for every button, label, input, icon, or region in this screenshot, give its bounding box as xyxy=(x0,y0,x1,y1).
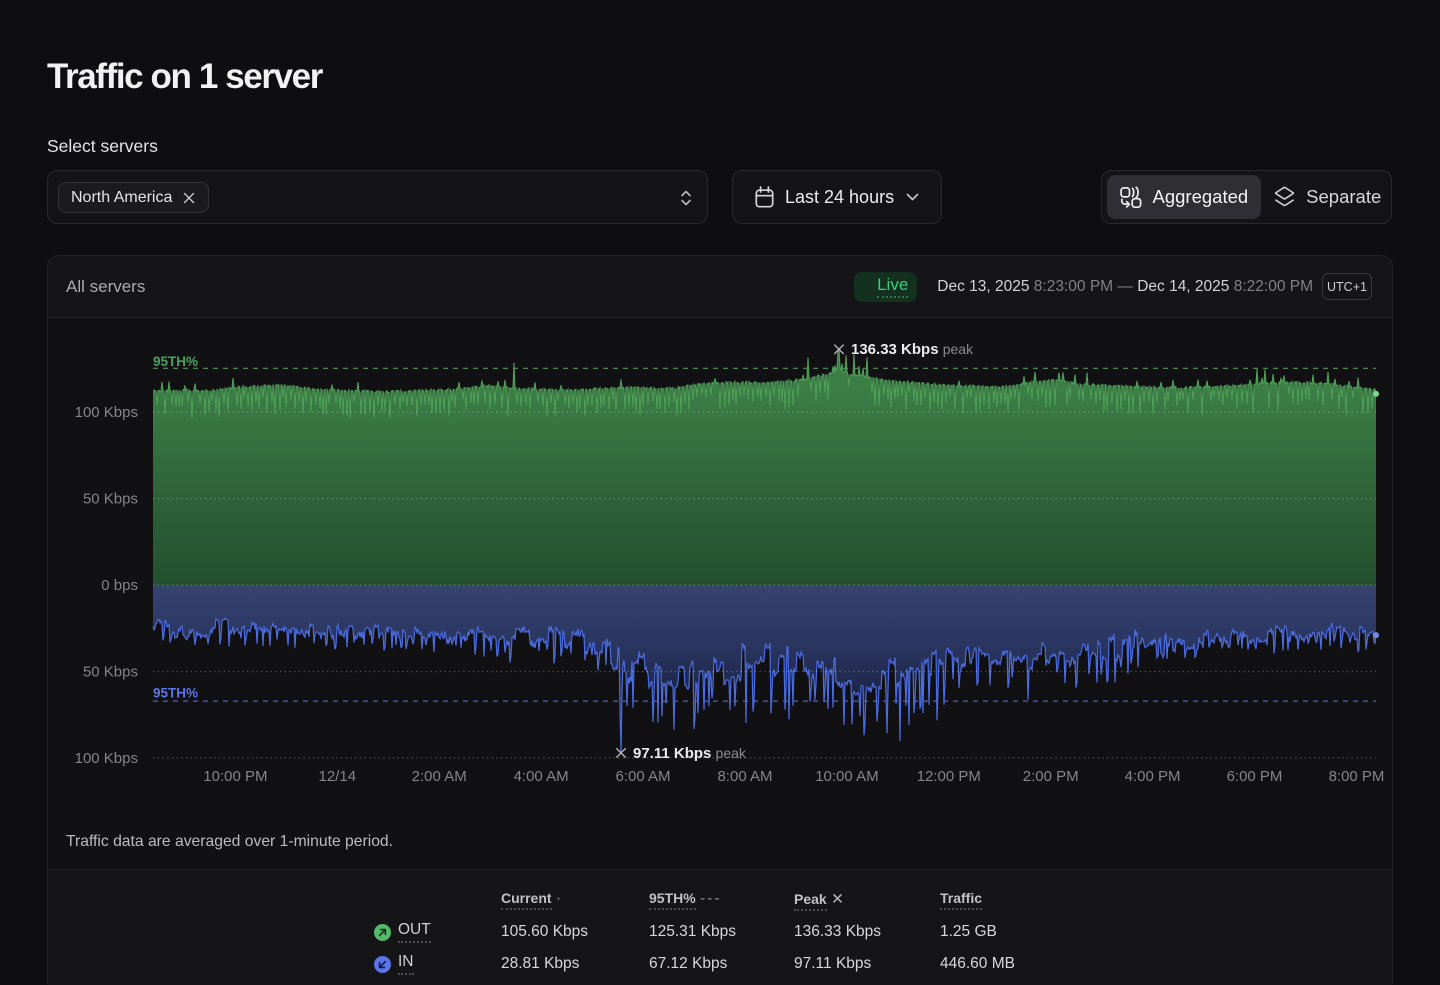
svg-text:0 bps: 0 bps xyxy=(101,577,138,594)
svg-text:50 Kbps: 50 Kbps xyxy=(83,664,138,681)
svg-text:8:00 AM: 8:00 AM xyxy=(717,768,772,785)
svg-text:6:00 AM: 6:00 AM xyxy=(615,768,670,785)
svg-text:4:00 PM: 4:00 PM xyxy=(1125,768,1181,785)
svg-text:6:00 PM: 6:00 PM xyxy=(1227,768,1283,785)
svg-text:8:00 PM: 8:00 PM xyxy=(1329,768,1385,785)
svg-text:95TH%: 95TH% xyxy=(153,354,198,369)
svg-text:10:00 PM: 10:00 PM xyxy=(203,768,267,785)
svg-text:95TH%: 95TH% xyxy=(153,686,198,701)
svg-text:100 Kbps: 100 Kbps xyxy=(75,750,138,767)
svg-text:12/14: 12/14 xyxy=(319,768,357,785)
svg-text:136.33 Kbps peak: 136.33 Kbps peak xyxy=(851,341,974,358)
svg-text:50 Kbps: 50 Kbps xyxy=(83,491,138,508)
svg-text:2:00 AM: 2:00 AM xyxy=(412,768,467,785)
svg-text:4:00 AM: 4:00 AM xyxy=(514,768,569,785)
svg-text:97.11 Kbps peak: 97.11 Kbps peak xyxy=(633,745,747,762)
svg-text:10:00 AM: 10:00 AM xyxy=(815,768,878,785)
svg-text:2:00 PM: 2:00 PM xyxy=(1023,768,1079,785)
svg-text:12:00 PM: 12:00 PM xyxy=(917,768,981,785)
svg-text:100 Kbps: 100 Kbps xyxy=(75,404,138,421)
